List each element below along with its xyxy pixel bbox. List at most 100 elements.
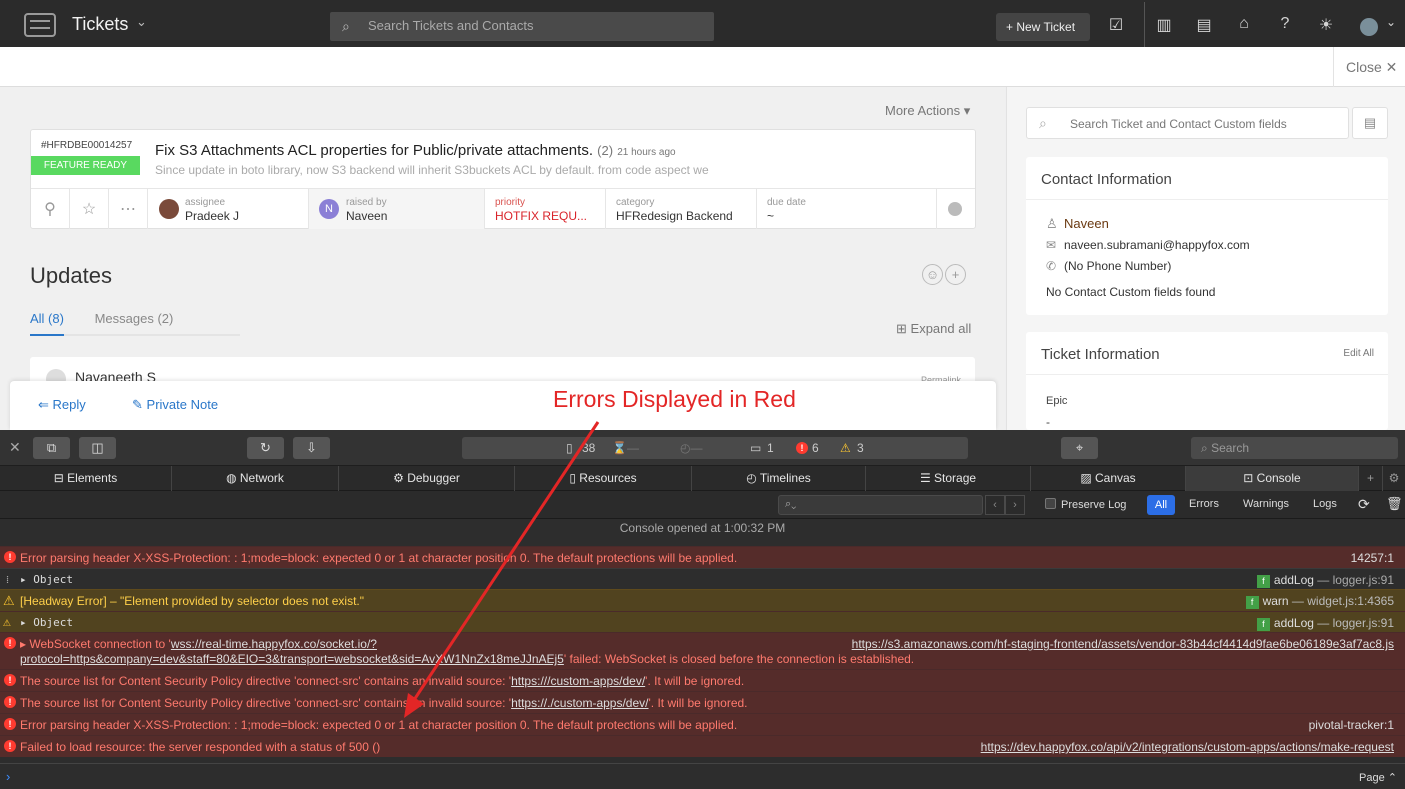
console-source[interactable]: pivotal-tracker:1 [1309, 718, 1394, 732]
status-badge[interactable]: FEATURE READY [31, 156, 140, 175]
new-ticket-button[interactable]: + New Ticket [996, 13, 1090, 41]
tab-console-label: Console [1256, 471, 1301, 485]
due-date-field[interactable]: due date ~ [757, 189, 937, 229]
priority-label: priority [495, 197, 526, 208]
ticket-message-count: (2) [597, 143, 614, 158]
category-value: HFRedesign Backend [616, 209, 733, 223]
category-field[interactable]: category HFRedesign Backend [606, 189, 757, 229]
chevron-down-icon[interactable]: ⌄ [1381, 15, 1401, 29]
expand-all-button[interactable]: ⊞ Expand all [896, 321, 971, 337]
console-row[interactable]: ⚠ [Headway Error] – "Element provided by… [0, 589, 1405, 611]
star-icon[interactable]: ☆ [70, 189, 109, 229]
filter-errors-button[interactable]: Errors [1189, 498, 1219, 510]
source-url[interactable]: https://./custom-apps/dev/ [511, 696, 648, 710]
console-source[interactable]: f addLog — logger.js:91 [1256, 616, 1394, 631]
private-note-button[interactable]: ✎ Private Note [132, 397, 218, 413]
console-row[interactable]: ! ▸ WebSocket connection to 'wss://real-… [0, 632, 1405, 669]
tab-timelines[interactable]: ◴ Timelines [692, 466, 866, 491]
tab-network[interactable]: ◍ Network [172, 466, 339, 491]
console-prompt[interactable]: › Page ⌃ [0, 763, 1405, 789]
chevron-left-icon[interactable]: ‹ [985, 495, 1005, 515]
clock-icon: ◴— [680, 441, 703, 455]
trash-icon[interactable]: 🗑 [1386, 496, 1403, 512]
activity-viewer[interactable]: ▯ 38 ⌛— ◴— ▭ 1 ! 6 ⚠ 3 [462, 437, 968, 459]
filter-warnings-button[interactable]: Warnings [1243, 498, 1289, 510]
contact-email: naveen.subramani@happyfox.com [1064, 238, 1250, 252]
tab-resources[interactable]: ▯ Resources [515, 466, 692, 491]
layout-toggle-icon[interactable]: ▤ [1352, 107, 1388, 139]
download-icon[interactable]: ⇩ [293, 437, 330, 459]
tab-storage[interactable]: ☰ Storage [866, 466, 1031, 491]
console-row[interactable]: ! Error parsing header X-XSS-Protection:… [0, 713, 1405, 735]
detach-icon[interactable]: ⧉ [33, 437, 70, 459]
console-row[interactable]: ⁞ ▸ Object f addLog — logger.js:91 [0, 568, 1405, 589]
tab-console[interactable]: ⊡ Console [1186, 466, 1359, 491]
tab-canvas[interactable]: ▨ Canvas [1031, 466, 1186, 491]
settings-icon[interactable]: ⚙ [1383, 466, 1405, 491]
search-icon: ⌕ [1201, 441, 1208, 455]
status-dot[interactable] [937, 189, 975, 229]
reload-icon[interactable]: ⟳ [1358, 496, 1370, 513]
reply-button[interactable]: ⇐ Reply [38, 397, 86, 413]
console-row[interactable]: ! Failed to load resource: the server re… [0, 735, 1405, 757]
filter-logs-button[interactable]: Logs [1313, 498, 1337, 510]
user-icon[interactable]: ☺ [922, 264, 943, 285]
console-source[interactable]: f warn — widget.js:1:4365 [1245, 594, 1394, 609]
source-url[interactable]: https:///custom-apps/dev/ [511, 674, 645, 688]
help-icon[interactable]: ? [1275, 15, 1295, 33]
add-icon[interactable]: + [945, 264, 966, 285]
avatar[interactable] [1360, 18, 1378, 36]
tab-all[interactable]: All (8) [30, 311, 64, 326]
reload-icon[interactable]: ↻ [247, 437, 284, 459]
websocket-url[interactable]: wss://real-time.happyfox.co/socket.io/? [171, 637, 377, 651]
contact-email-row[interactable]: ✉ naveen.subramani@happyfox.com [1046, 238, 1250, 252]
more-options-icon[interactable]: ⋯ [109, 189, 148, 229]
more-actions-dropdown[interactable]: More Actions ▾ [885, 103, 970, 119]
add-tab-icon[interactable]: + [1359, 466, 1383, 491]
tab-debugger[interactable]: ⚙ Debugger [339, 466, 515, 491]
dock-side-icon[interactable]: ◫ [79, 437, 116, 459]
target-icon[interactable]: ⌖ [1061, 437, 1098, 459]
filter-all-button[interactable]: All [1147, 495, 1175, 515]
error-icon: ! [4, 551, 16, 563]
map-icon[interactable]: ▥ [1154, 15, 1174, 35]
pin-icon[interactable]: ⚲ [31, 189, 70, 229]
assignee-field[interactable]: assignee Pradeek J [148, 189, 309, 229]
console-filter-input[interactable]: ⌕⌄ [778, 495, 983, 515]
execution-context-selector[interactable]: Page ⌃ [1359, 771, 1397, 784]
filter-search-icon: ⌕⌄ [785, 498, 797, 510]
custom-fields-search-placeholder: Search Ticket and Contact Custom fields [1070, 117, 1287, 131]
priority-field[interactable]: priority HOTFIX REQU... [485, 189, 606, 229]
raised-by-field[interactable]: N raised by Naveen [309, 189, 485, 229]
chevron-right-icon[interactable]: › [1005, 495, 1025, 515]
console-row[interactable]: ⚠ ▸ Object f addLog — logger.js:91 [0, 611, 1405, 632]
websocket-query[interactable]: protocol=https&company=dev&staff=80&EIO=… [20, 652, 564, 666]
chevron-down-icon[interactable]: ⌄ [136, 14, 147, 30]
custom-fields-search-input[interactable]: ⌕ Search Ticket and Contact Custom field… [1026, 107, 1349, 139]
message-prefix: WebSocket connection to ' [29, 637, 171, 651]
tab-elements[interactable]: ⊟ Elements [0, 466, 172, 491]
preserve-log-checkbox[interactable]: Preserve Log [1045, 498, 1126, 511]
menu-icon[interactable] [24, 13, 56, 37]
reports-icon[interactable]: ▤ [1194, 15, 1214, 35]
console-row[interactable]: ! The source list for Content Security P… [0, 691, 1405, 713]
global-search-input[interactable]: ⌕ Search Tickets and Contacts [330, 12, 714, 41]
bulb-icon[interactable]: ☀ [1316, 15, 1336, 35]
inspector-search-input[interactable]: ⌕ Search [1191, 437, 1398, 459]
console-source[interactable]: f addLog — logger.js:91 [1256, 573, 1394, 588]
education-icon[interactable]: ⌂ [1234, 15, 1254, 33]
console-source[interactable]: https://dev.happyfox.co/api/v2/integrati… [981, 740, 1394, 754]
edit-all-link[interactable]: Edit All [1343, 348, 1374, 359]
console-row[interactable]: ! The source list for Content Security P… [0, 669, 1405, 691]
tasks-icon[interactable]: ☑ [1106, 15, 1126, 35]
close-icon[interactable]: ✕ [9, 439, 21, 456]
tab-messages[interactable]: Messages (2) [95, 311, 174, 326]
console-message-continued: protocol=https&company=dev&staff=80&EIO=… [20, 652, 914, 666]
contact-name-row[interactable]: ♙ Naveen [1046, 216, 1109, 232]
console-source[interactable]: 14257:1 [1351, 551, 1394, 565]
close-button[interactable]: Close ✕ [1333, 47, 1405, 87]
console-row[interactable]: ! Error parsing header X-XSS-Protection:… [0, 546, 1405, 568]
app-title[interactable]: Tickets [72, 14, 128, 35]
ticket-title: Fix S3 Attachments ACL properties for Pu… [155, 142, 676, 159]
console-source[interactable]: https://s3.amazonaws.com/hf-staging-fron… [852, 637, 1394, 651]
